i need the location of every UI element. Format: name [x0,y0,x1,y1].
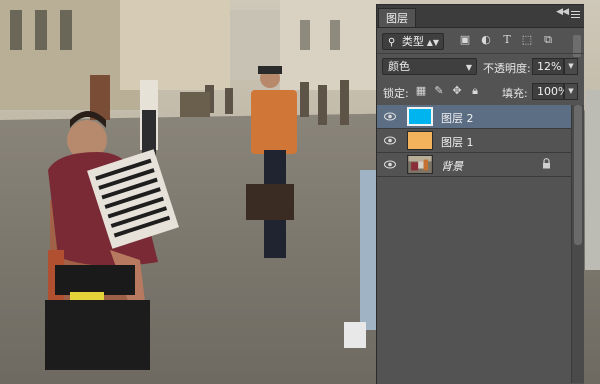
layers-panel: 图层 ◀◀ ⚲ 类型 ▲▼ ▣ ◐ T ⬚ ⧉ 颜色 ▼ 不透明度: 12% ▼… [376,4,584,384]
layer-name[interactable]: 背景 [441,158,463,174]
layer-name[interactable]: 图层 2 [441,110,474,126]
layer-row-layer1[interactable]: 图层 1 [377,129,571,153]
layer-row-background[interactable]: 背景 [377,153,571,177]
fill-field[interactable]: 100% [532,83,568,100]
blend-row: 颜色 ▼ 不透明度: 12% ▼ [377,58,584,76]
fill-label: 填充: [502,87,528,100]
chevron-down-icon: ▲▼ [426,38,439,47]
filter-row: ⚲ 类型 ▲▼ ▣ ◐ T ⬚ ⧉ [377,33,584,57]
collapse-panel-icon[interactable]: ◀◀ [556,7,569,17]
scrollbar-thumb[interactable] [574,105,582,245]
blend-mode-value: 颜色 [388,60,410,73]
fill-dropdown-button[interactable]: ▼ [564,83,578,100]
lock-icon [543,158,550,169]
layer-row-layer2[interactable]: 图层 2 [377,105,571,129]
panel-tab-bar: 图层 ◀◀ [377,5,584,28]
layer-name[interactable]: 图层 1 [441,134,474,150]
lock-row: 锁定: ▦ ✎ ✥ 🔒︎ 填充: 100% ▼ [377,83,584,101]
lock-label: 锁定: [383,87,409,100]
lock-paint-icon[interactable]: ✎ [432,84,446,98]
filter-type-select[interactable]: ⚲ 类型 ▲▼ [382,33,444,50]
tab-layers[interactable]: 图层 [378,8,416,27]
search-icon: ⚲ [388,37,396,48]
chevron-down-icon: ▼ [465,63,472,72]
opacity-field[interactable]: 12% [532,58,564,75]
image-filter-icon[interactable]: ▣ [458,33,472,47]
visibility-eye-icon[interactable] [384,159,396,170]
layer-thumbnail [407,155,433,174]
panel-menu-icon[interactable] [571,11,581,21]
divider [377,53,584,54]
visibility-eye-icon[interactable] [384,111,396,122]
opacity-label: 不透明度: [483,62,531,75]
opacity-dropdown-button[interactable]: ▼ [564,58,578,75]
type-filter-icon[interactable]: T [500,33,514,47]
lock-transparent-icon[interactable]: ▦ [414,84,428,98]
blend-mode-select[interactable]: 颜色 ▼ [382,58,477,75]
layers-scrollbar[interactable] [571,105,584,383]
shape-filter-icon[interactable]: ⬚ [520,33,534,47]
layer-thumbnail [407,107,433,126]
lock-position-icon[interactable]: ✥ [450,84,464,98]
layer-thumbnail [407,131,433,150]
visibility-eye-icon[interactable] [384,135,396,146]
lock-all-icon[interactable]: 🔒︎ [468,84,482,98]
filter-type-label: 类型 [401,35,424,48]
adjustment-filter-icon[interactable]: ◐ [479,33,493,47]
smart-object-filter-icon[interactable]: ⧉ [541,33,555,47]
